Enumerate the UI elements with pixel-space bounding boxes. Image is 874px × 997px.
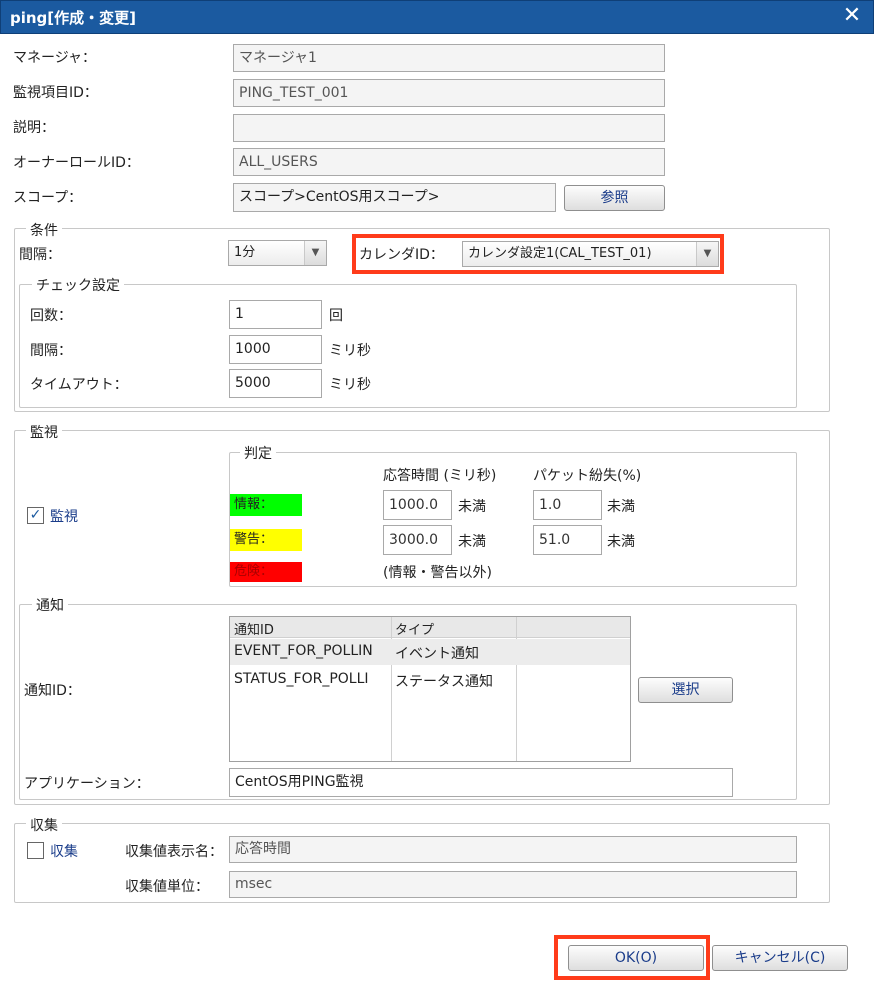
cancel-button[interactable]: キャンセル(C) [712,945,848,971]
close-icon[interactable]: ✕ [840,3,864,28]
collect-checkbox[interactable] [27,842,44,859]
judgment-group [229,452,797,587]
manager-label: マネージャ： [13,50,97,66]
info-response-field[interactable]: 1000.0 [383,490,452,520]
monitor-checkbox-label[interactable]: 監視 [50,506,78,526]
warn-response-field[interactable]: 3000.0 [383,525,452,555]
info-packet-less: 未満 [607,499,635,515]
table-row[interactable]: STATUS_FOR_POLLI ステータス通知 [230,667,630,693]
chevron-down-icon[interactable]: ▼ [696,242,718,266]
info-badge: 情報： [230,494,302,516]
warn-response-less: 未満 [458,534,486,550]
calendar-label: カレンダID： [359,247,444,263]
count-field[interactable]: 1 [229,300,322,329]
collect-unit-field[interactable]: msec [229,871,797,898]
warn-packet-field[interactable]: 51.0 [533,525,602,555]
monitor-id-label: 監視項目ID： [13,85,98,101]
warning-badge: 警告： [230,529,302,551]
application-field[interactable]: CentOS用PING監視 [229,768,733,797]
timeout-unit: ミリ秒 [329,377,371,393]
collect-display-name-field[interactable]: 応答時間 [229,836,797,863]
monitor-legend: 監視 [26,422,62,442]
notify-table: 通知ID タイプ EVENT_FOR_POLLIN イベント通知 STATUS_… [229,616,631,762]
info-response-less: 未満 [458,499,486,515]
critical-badge: 危険： [230,562,302,582]
window-title: ping[作成・変更] [10,9,137,27]
scope-field[interactable]: スコープ>CentOS用スコープ> [233,183,556,212]
notify-select-button[interactable]: 選択 [638,677,733,703]
interval-label: 間隔： [19,247,61,263]
owner-role-field[interactable]: ALL_USERS [233,148,665,176]
notify-row-type: イベント通知 [395,646,479,662]
critical-note: (情報・警告以外) [383,565,492,581]
ok-button[interactable]: OK(O) [568,945,704,971]
notify-id-label: 通知ID： [24,683,81,699]
check-interval-label: 間隔： [30,343,72,359]
scope-browse-button[interactable]: 参照 [564,185,665,211]
monitor-checkbox[interactable]: ✓ [27,507,44,524]
check-interval-unit: ミリ秒 [329,343,371,359]
check-interval-field[interactable]: 1000 [229,335,322,364]
judgment-legend: 判定 [240,443,276,463]
notify-legend: 通知 [32,595,68,615]
timeout-label: タイムアウト： [30,377,128,393]
description-field[interactable] [233,114,665,142]
collect-display-name-label: 収集値表示名： [125,844,223,860]
collect-checkbox-label[interactable]: 収集 [50,841,78,861]
conditions-legend: 条件 [26,220,62,240]
chevron-down-icon[interactable]: ▼ [304,241,326,265]
notify-col-id[interactable]: 通知ID [234,619,274,638]
count-label: 回数： [30,308,72,324]
owner-role-label: オーナーロールID： [13,155,140,171]
warn-packet-less: 未満 [607,534,635,550]
interval-select-value: 1分 [234,245,256,260]
check-settings-legend: チェック設定 [32,275,124,295]
timeout-field[interactable]: 5000 [229,369,322,398]
notify-row-id: STATUS_FOR_POLLI [234,671,369,687]
info-packet-field[interactable]: 1.0 [533,490,602,520]
calendar-select[interactable]: カレンダ設定1(CAL_TEST_01) ▼ [462,241,719,267]
manager-field[interactable]: マネージャ1 [233,44,665,72]
application-label: アプリケーション： [24,776,150,792]
notify-row-type: ステータス通知 [395,674,493,690]
description-label: 説明： [13,120,55,136]
table-row[interactable]: EVENT_FOR_POLLIN イベント通知 [230,639,630,665]
scope-label: スコープ： [13,190,83,206]
interval-select[interactable]: 1分 ▼ [228,240,327,266]
response-time-header: 応答時間 (ミリ秒) [383,468,497,484]
notify-col-type[interactable]: タイプ [395,619,434,638]
packet-loss-header: パケット紛失(%) [533,468,642,484]
collect-unit-label: 収集値単位： [125,879,209,895]
count-unit: 回 [329,308,343,324]
monitor-id-field[interactable]: PING_TEST_001 [233,79,665,107]
notify-row-id: EVENT_FOR_POLLIN [234,643,373,659]
check-settings-group [19,284,797,408]
collect-legend: 収集 [26,815,62,835]
calendar-select-value: カレンダ設定1(CAL_TEST_01) [468,246,652,261]
